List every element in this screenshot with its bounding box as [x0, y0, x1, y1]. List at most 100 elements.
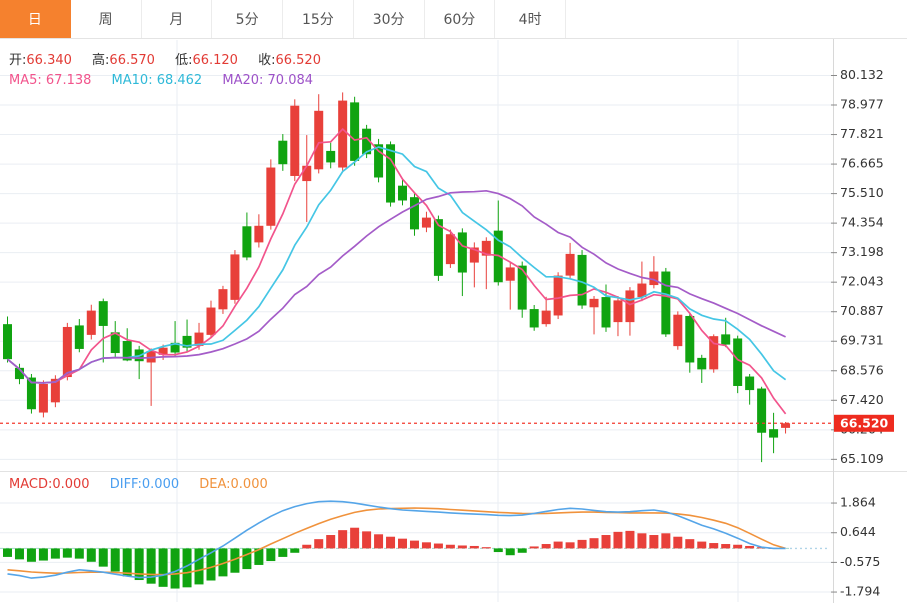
low-label: 低:	[175, 53, 192, 68]
candle-body	[99, 301, 108, 326]
macd-hist-bar	[410, 541, 419, 549]
macd-hist-bar	[326, 535, 335, 548]
tab-timeframe-6[interactable]: 60分	[425, 0, 496, 38]
macd-hist-bar	[470, 546, 479, 548]
ma10-value: 68.462	[157, 73, 203, 88]
candle-body	[338, 101, 347, 168]
macd-hist-bar	[733, 545, 742, 549]
timeframe-tabbar: 日周月5分15分30分60分4时	[0, 0, 907, 39]
macd-hist-bar	[75, 548, 84, 558]
macd-hist-bar	[374, 534, 383, 548]
macd-hist-bar	[398, 539, 407, 549]
candle-body	[554, 276, 563, 316]
dea-label: DEA:	[199, 477, 230, 492]
tab-timeframe-2[interactable]: 月	[142, 0, 213, 38]
tab-timeframe-7[interactable]: 4时	[495, 0, 566, 38]
macd-hist-bar	[602, 535, 611, 548]
macd-hist-bar	[673, 537, 682, 549]
macd-hist-bar	[39, 548, 48, 560]
macd-hist-bar	[637, 533, 646, 548]
macd-hist-bar	[350, 528, 359, 549]
candle-body	[566, 254, 575, 276]
macd-hist-bar	[195, 548, 204, 584]
macd-hist-bar	[590, 538, 599, 548]
candle-body	[302, 166, 311, 181]
candle-body	[673, 315, 682, 346]
y-axis-label: 72.043	[840, 274, 884, 289]
macd-hist-bar	[99, 548, 108, 566]
macd-readout: MACD:0.000 DIFF:0.000 DEA:0.000	[9, 477, 284, 492]
candle-body	[410, 197, 419, 229]
candle-body	[87, 311, 96, 335]
candle-body	[613, 300, 622, 322]
candle-body	[590, 299, 599, 307]
candle-body	[326, 151, 335, 162]
macd-hist-bar	[87, 548, 96, 561]
ohlc-readout: 开:66.340 高:66.570 低:66.120 收:66.520	[9, 49, 337, 68]
candle-body	[685, 316, 694, 363]
macd-hist-bar	[745, 546, 754, 548]
candle-body	[39, 384, 48, 413]
candle-body	[733, 338, 742, 386]
macd-hist-bar	[314, 539, 323, 548]
macd-hist-bar	[721, 544, 730, 548]
macd-hist-bar	[422, 542, 431, 548]
candle-body	[506, 267, 515, 280]
macd-hist-bar	[494, 548, 503, 552]
macd-hist-bar	[27, 548, 36, 561]
candle-body	[290, 106, 299, 176]
y-axis-label: 73.198	[840, 244, 884, 259]
y-axis-label: 0.644	[840, 524, 876, 539]
candle-body	[278, 141, 287, 165]
candle-body	[518, 266, 527, 310]
macd-hist-bar	[697, 542, 706, 549]
candle-body	[75, 325, 84, 349]
y-axis-label: 70.887	[840, 303, 884, 318]
ma-readout: MA5: 67.138 MA10: 68.462 MA20: 70.084	[9, 73, 329, 88]
macd-hist-bar	[434, 544, 443, 549]
candle-body	[542, 311, 551, 325]
macd-hist-bar	[266, 548, 275, 561]
macd-hist-bar	[613, 532, 622, 549]
candle-body	[254, 226, 263, 243]
macd-hist-bar	[147, 548, 156, 583]
candlestick-chart-canvas[interactable]: 80.13278.97777.82176.66575.51074.35473.1…	[0, 0, 907, 603]
tab-timeframe-3[interactable]: 5分	[212, 0, 283, 38]
tab-timeframe-5[interactable]: 30分	[354, 0, 425, 38]
tab-timeframe-1[interactable]: 周	[71, 0, 142, 38]
high-value: 66.570	[109, 53, 155, 68]
diff-label: DIFF:	[110, 477, 142, 492]
y-axis-label: 1.864	[840, 495, 876, 510]
candle-body	[350, 102, 359, 161]
macd-hist-bar	[135, 548, 144, 580]
candle-body	[398, 186, 407, 201]
macd-hist-bar	[15, 548, 24, 559]
dea-value: 0.000	[231, 477, 268, 492]
macd-hist-bar	[338, 530, 347, 548]
y-axis-label: -1.794	[840, 584, 880, 599]
macd-hist-bar	[709, 543, 718, 548]
ma20-label: MA20:	[222, 73, 263, 88]
open-value: 66.340	[26, 53, 72, 68]
macd-hist-bar	[446, 545, 455, 549]
macd-hist-bar	[290, 548, 299, 552]
macd-hist-bar	[542, 544, 551, 548]
tab-timeframe-4[interactable]: 15分	[283, 0, 354, 38]
candle-body	[3, 324, 12, 359]
y-axis-label: 76.665	[840, 156, 884, 171]
macd-hist-bar	[362, 531, 371, 548]
candle-body	[625, 290, 634, 322]
close-label: 收:	[258, 53, 275, 68]
y-axis-label: -0.575	[840, 554, 880, 569]
candle-body	[769, 429, 778, 437]
macd-value: 0.000	[52, 477, 89, 492]
candle-body	[697, 358, 706, 369]
close-value: 66.520	[275, 53, 321, 68]
ma5-value: 67.138	[46, 73, 92, 88]
candle-body	[218, 289, 227, 309]
macd-hist-bar	[530, 546, 539, 548]
y-axis-label: 74.354	[840, 215, 884, 230]
tab-timeframe-0[interactable]: 日	[0, 0, 71, 38]
ma20-value: 70.084	[268, 73, 314, 88]
candle-body	[745, 377, 754, 391]
